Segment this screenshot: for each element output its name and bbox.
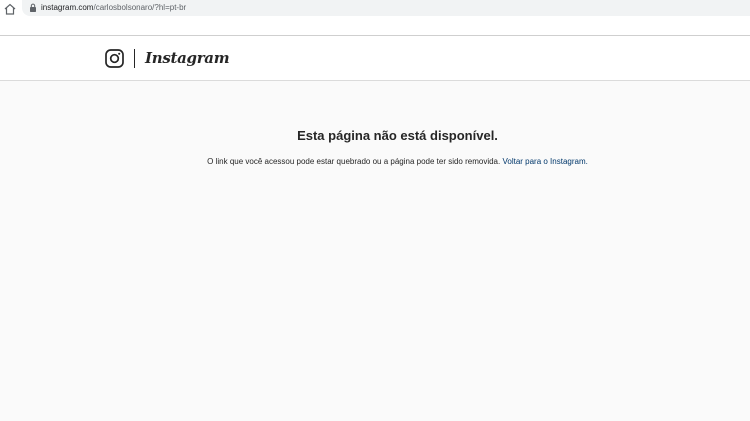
instagram-wordmark[interactable]: Instagram [145,45,230,71]
error-message: O link que você acessou pode estar quebr… [0,156,750,168]
url-path: /carlosbolsonaro/?hl=pt-br [93,3,187,12]
address-bar[interactable]: instagram.com/carlosbolsonaro/?hl=pt-br [22,0,750,16]
instagram-header: Instagram [0,36,750,81]
home-icon[interactable] [3,2,17,16]
browser-toolbar: instagram.com/carlosbolsonaro/?hl=pt-br [0,0,750,36]
url-text[interactable]: instagram.com/carlosbolsonaro/?hl=pt-br [41,2,186,14]
back-to-instagram-link[interactable]: Voltar para o Instagram. [502,157,587,166]
instagram-glyph-icon[interactable] [105,49,124,68]
page-title: Esta página não está disponível. [297,128,498,143]
main-content: Esta página não está disponível. O link … [0,81,750,421]
header-divider [134,49,135,68]
error-message-text: O link que você acessou pode estar quebr… [207,157,501,166]
lock-icon [30,3,36,12]
url-host: instagram.com [41,3,94,12]
